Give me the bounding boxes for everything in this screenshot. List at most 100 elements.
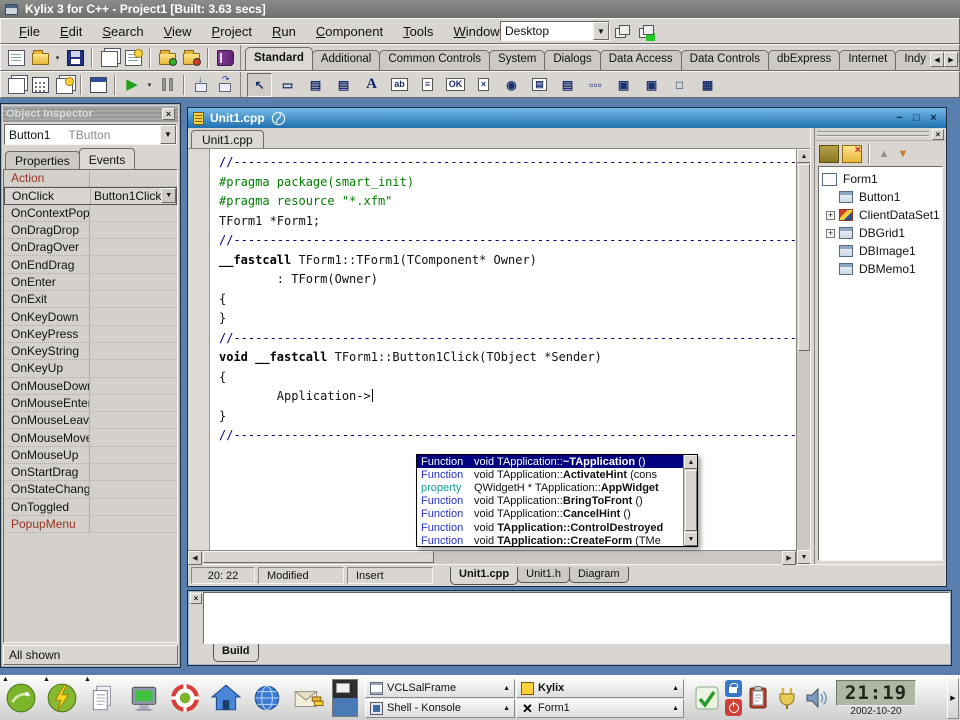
close-icon[interactable]: × xyxy=(932,129,944,140)
close-icon[interactable]: × xyxy=(190,593,202,604)
file-switch-tab[interactable]: Diagram xyxy=(569,567,629,583)
view-unit-button[interactable] xyxy=(5,74,27,96)
run-button[interactable]: ▶ xyxy=(121,74,143,96)
expand-icon[interactable]: + xyxy=(826,211,835,220)
save-button[interactable] xyxy=(64,47,86,69)
task-button[interactable]: Kylix ▲ xyxy=(516,679,684,698)
chevron-down-icon[interactable]: ▼ xyxy=(161,188,176,203)
launcher-suse[interactable]: ▲ xyxy=(1,677,41,719)
event-value[interactable] xyxy=(90,343,177,359)
task-button[interactable]: ✕ Form1 ▲ xyxy=(516,699,684,718)
open-dropdown-icon[interactable]: ▾ xyxy=(53,54,62,62)
task-button[interactable]: Shell - Konsole ▲ xyxy=(365,699,515,718)
combobox[interactable]: ▤ xyxy=(555,73,580,97)
run-dropdown-icon[interactable]: ▾ xyxy=(145,81,154,89)
event-value[interactable] xyxy=(90,447,177,463)
popup-menu[interactable]: ▤ xyxy=(331,73,356,97)
scrollbar-thumb[interactable] xyxy=(203,551,434,563)
launcher-documents[interactable]: ▲ xyxy=(83,677,123,719)
event-row[interactable]: OnDragOver xyxy=(4,239,177,256)
event-row[interactable]: OnDragDrop xyxy=(4,222,177,239)
file-switch-tab[interactable]: Unit1.h xyxy=(517,567,570,583)
save-desktop-icon[interactable] xyxy=(615,25,629,37)
add-file-to-project-button[interactable] xyxy=(98,47,120,69)
task-menu-icon[interactable]: ▲ xyxy=(672,685,679,692)
event-value[interactable] xyxy=(90,326,177,342)
event-row[interactable]: OnClick Button1Click ▼ xyxy=(4,187,177,204)
event-value[interactable] xyxy=(90,205,177,221)
menu-item[interactable]: Component xyxy=(306,21,393,42)
event-row[interactable]: OnEnter xyxy=(4,274,177,291)
menu-item[interactable]: Search xyxy=(92,21,153,42)
vertical-scrollbar[interactable]: ▲ ▼ xyxy=(796,149,810,564)
completion-item[interactable]: property QWidgetH * TApplication::AppWid… xyxy=(417,481,683,494)
event-value[interactable]: Button1Click ▼ xyxy=(91,188,176,203)
horizontal-scrollbar[interactable]: ◀ ▶ xyxy=(188,550,796,564)
task-button[interactable]: VCLSalFrame ▲ xyxy=(365,679,515,698)
task-menu-icon[interactable]: ▲ xyxy=(503,705,510,712)
event-value[interactable] xyxy=(90,499,177,515)
completion-item[interactable]: Function void TApplication::ActivateHint… xyxy=(417,468,683,481)
palette-tab[interactable]: Additional xyxy=(312,50,381,70)
launcher-mail[interactable] xyxy=(288,677,328,719)
menu-item[interactable]: File xyxy=(9,21,50,42)
palette-tab[interactable]: Data Access xyxy=(600,50,682,70)
clock-applet[interactable]: 21:19 2002-10-20 xyxy=(834,680,918,717)
tree-grip-bar[interactable]: × xyxy=(815,128,946,141)
palette-tab[interactable]: Standard xyxy=(245,47,313,70)
label[interactable]: A xyxy=(359,73,384,97)
plug-icon[interactable] xyxy=(774,685,800,711)
launcher-home[interactable] xyxy=(206,677,246,719)
completion-item[interactable]: Function void TApplication::CreateForm (… xyxy=(417,534,683,546)
event-row[interactable]: PopupMenu xyxy=(4,516,177,533)
scroll-down-icon[interactable]: ▼ xyxy=(797,550,811,564)
event-row[interactable]: OnMouseMove xyxy=(4,429,177,446)
event-value[interactable] xyxy=(90,256,177,272)
event-row[interactable]: OnKeyUp xyxy=(4,360,177,377)
palette-scroll-left-icon[interactable]: ◀ xyxy=(930,52,944,67)
chevron-down-icon[interactable]: ▼ xyxy=(593,22,609,40)
menu-item[interactable]: Edit xyxy=(50,21,92,42)
event-value[interactable] xyxy=(90,464,177,480)
editor-titlebar[interactable]: Unit1.cpp − □ × xyxy=(188,108,946,128)
view-form-button[interactable] xyxy=(29,74,51,96)
tree-item[interactable]: + Button1 xyxy=(821,188,940,206)
main-titlebar[interactable]: Kylix 3 for C++ - Project1 [Built: 3.63 … xyxy=(0,0,960,18)
event-row[interactable]: OnMouseUp xyxy=(4,447,177,464)
tree-item[interactable]: + DBGrid1 xyxy=(821,224,940,242)
event-row[interactable]: OnKeyString xyxy=(4,343,177,360)
step-over-button[interactable] xyxy=(214,74,236,96)
close-icon[interactable]: × xyxy=(162,108,175,120)
completion-item[interactable]: Function void TApplication::~TApplicatio… xyxy=(417,455,683,468)
launcher-susewatcher[interactable]: ▲ xyxy=(42,677,82,719)
move-down-icon[interactable]: ▼ xyxy=(895,148,911,160)
groupbox[interactable]: ▣ xyxy=(611,73,636,97)
edit[interactable]: ab xyxy=(387,73,412,97)
palette-tab[interactable]: Data Controls xyxy=(681,50,769,70)
object-selector-combo[interactable]: Button1 TButton ▼ xyxy=(4,124,177,145)
help-button[interactable] xyxy=(214,47,236,69)
pause-button[interactable] xyxy=(156,74,178,96)
remove-file-from-project-button[interactable] xyxy=(122,47,144,69)
event-row[interactable]: OnContextPopup xyxy=(4,205,177,222)
button[interactable]: OK xyxy=(443,73,468,97)
event-row[interactable]: OnKeyDown xyxy=(4,308,177,325)
completion-scrollbar[interactable]: ▲ ▼ xyxy=(683,455,697,546)
palette-tab[interactable]: Internet xyxy=(839,50,896,70)
listbox[interactable]: ▤ xyxy=(527,73,552,97)
tree-item[interactable]: + Form1 xyxy=(821,170,940,188)
scroll-up-icon[interactable]: ▲ xyxy=(797,149,811,163)
pager-desktop-2[interactable] xyxy=(333,698,357,716)
event-value[interactable] xyxy=(90,274,177,290)
tree-item[interactable]: + ClientDataSet1 xyxy=(821,206,940,224)
frames[interactable]: ▭ xyxy=(275,73,300,97)
panel[interactable]: □ xyxy=(667,73,692,97)
completion-item[interactable]: Function void TApplication::BringToFront… xyxy=(417,495,683,508)
object-tree[interactable]: + Form1 + Button1 xyxy=(818,166,943,561)
radio-button[interactable]: ◉ xyxy=(499,73,524,97)
lock-screen-icon[interactable] xyxy=(725,680,742,697)
event-row[interactable]: Action xyxy=(4,170,177,187)
task-menu-icon[interactable]: ▲ xyxy=(503,685,510,692)
event-value[interactable] xyxy=(90,170,177,186)
logout-icon[interactable] xyxy=(725,699,742,716)
